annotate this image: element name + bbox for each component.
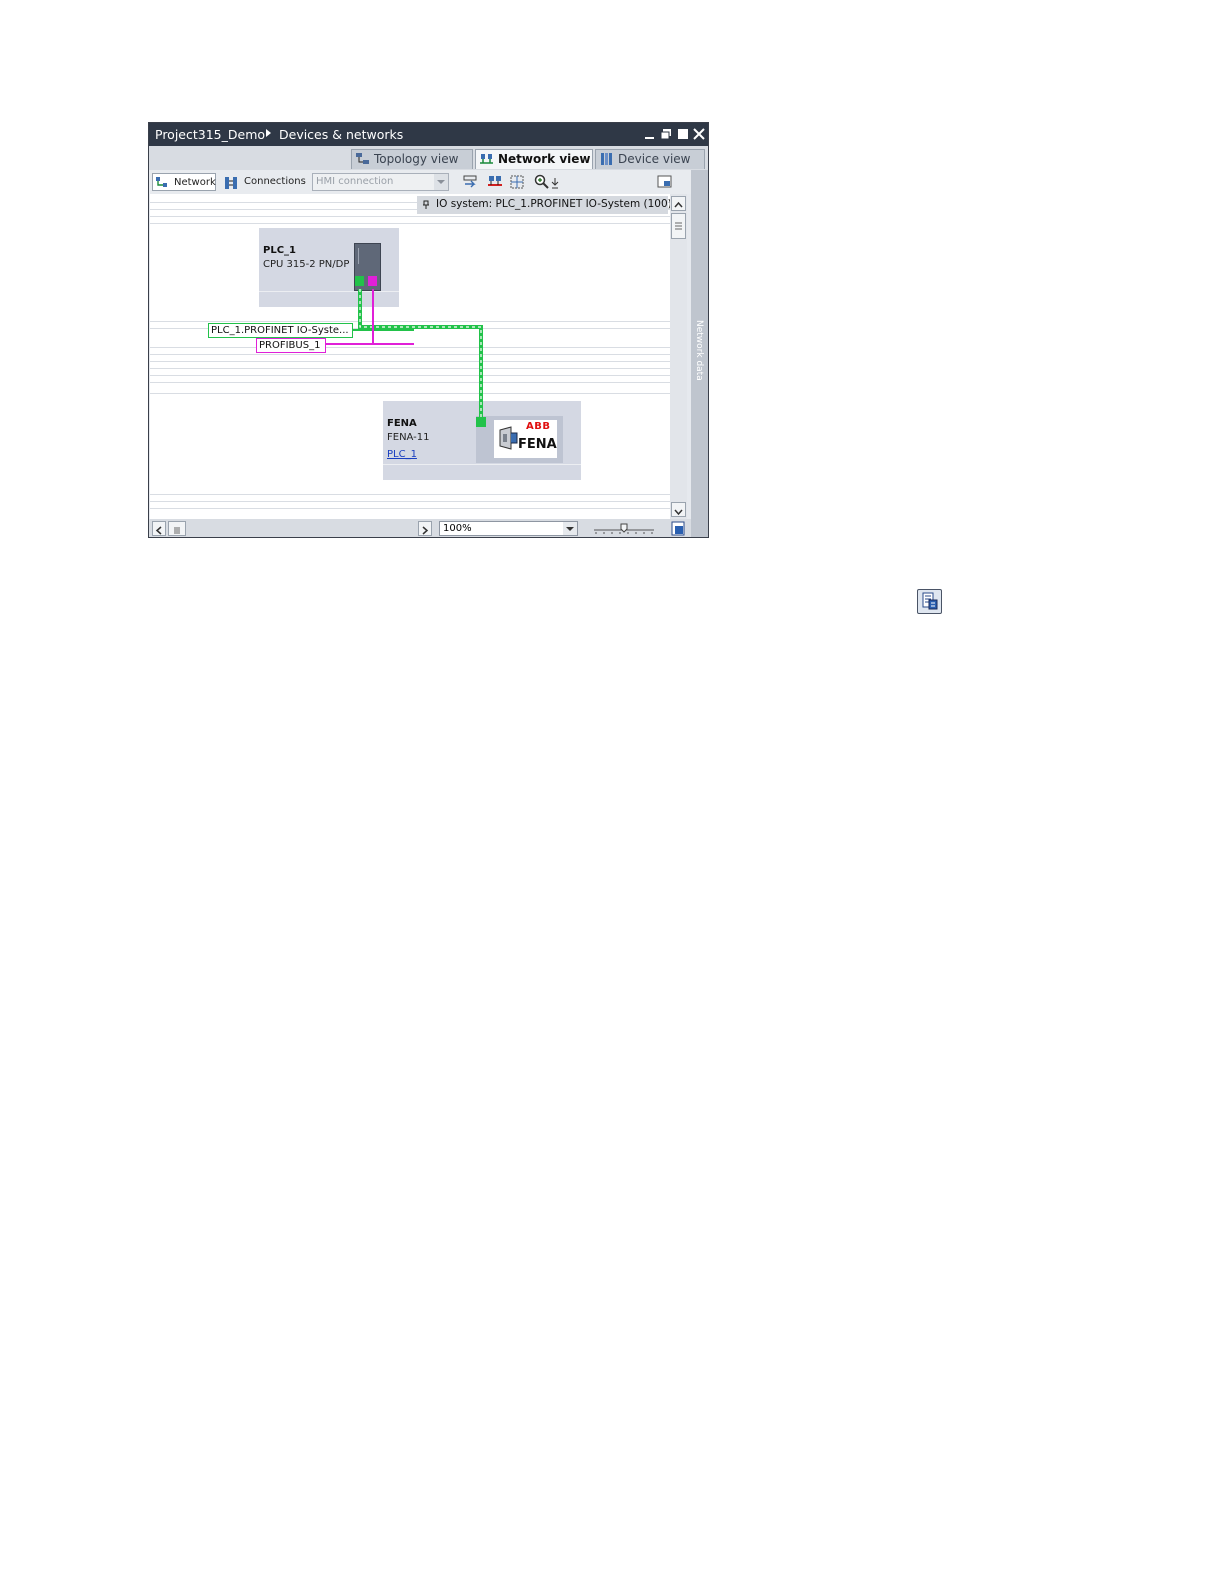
network-mode-icon	[156, 177, 167, 187]
tab-topology-view[interactable]: Topology view	[351, 149, 473, 169]
connection-type-value: HMI connection	[316, 176, 394, 187]
network-lines	[325, 276, 486, 427]
scroll-thumb[interactable]	[671, 213, 686, 239]
profinet-line-highlight	[359, 289, 482, 422]
zoom-dropdown-icon[interactable]	[551, 177, 559, 189]
close-icon[interactable]	[693, 128, 705, 140]
tab-topology-label: Topology view	[374, 152, 459, 166]
profinet-network-label[interactable]: PLC_1.PROFINET IO-Syste...	[208, 323, 353, 338]
breadcrumb-devices-networks[interactable]: Devices & networks	[279, 127, 403, 142]
zoom-icon[interactable]	[534, 174, 550, 190]
tab-network-view[interactable]: Network view	[475, 149, 593, 169]
chevron-down-icon[interactable]	[563, 522, 577, 535]
zoom-slider[interactable]	[592, 521, 656, 536]
restore-icon[interactable]	[660, 128, 672, 140]
connection-type-select[interactable]: HMI connection	[312, 173, 449, 191]
title-bar: Project315_Demo Devices & networks	[149, 123, 708, 146]
topology-icon	[356, 153, 369, 164]
grip-icon	[675, 222, 682, 230]
tab-device-label: Device view	[618, 152, 691, 166]
bottom-bar: 100%	[149, 519, 691, 537]
network-mode-button[interactable]: Network	[152, 173, 216, 191]
profinet-line[interactable]	[358, 289, 483, 422]
overview-icon[interactable]	[657, 174, 673, 190]
scroll-right-button[interactable]	[418, 521, 432, 536]
profibus-network-label[interactable]: PROFIBUS_1	[256, 338, 326, 353]
network-toolbar: Network Connections HMI connection	[149, 170, 691, 194]
zoom-select[interactable]: 100%	[439, 521, 578, 536]
network-icon	[480, 154, 493, 164]
chevron-up-icon	[674, 201, 683, 208]
connections-label[interactable]: Connections	[244, 176, 306, 194]
network-data-button[interactable]	[917, 589, 942, 614]
device-icon	[601, 153, 612, 165]
minimize-icon[interactable]	[644, 128, 656, 140]
scroll-down-button[interactable]	[671, 502, 686, 517]
chevron-left-icon	[155, 526, 162, 535]
network-data-icon	[922, 592, 938, 610]
zoom-value: 100%	[443, 523, 472, 534]
page-break-icon[interactable]	[509, 174, 525, 190]
highlight-io-system-icon[interactable]	[487, 174, 503, 190]
chevron-right-icon	[422, 526, 429, 535]
scroll-left-button[interactable]	[152, 521, 166, 536]
chevron-down-icon[interactable]	[434, 174, 448, 190]
view-tabs: Topology view Network view Device view	[149, 146, 708, 170]
tab-device-view[interactable]: Device view	[595, 149, 705, 169]
devices-networks-window: Project315_Demo Devices & networks Topol…	[148, 122, 709, 538]
tab-network-label: Network view	[498, 152, 591, 166]
network-data-label: Network data	[694, 320, 704, 381]
grip-icon	[174, 527, 180, 534]
vertical-scrollbar[interactable]	[670, 194, 687, 519]
plc-profibus-port[interactable]	[368, 276, 377, 286]
maximize-icon[interactable]	[677, 128, 689, 140]
chevron-down-icon	[674, 509, 683, 516]
plc-profinet-port[interactable]	[355, 276, 364, 286]
network-canvas[interactable]: IO system: PLC_1.PROFINET IO-System (100…	[150, 194, 670, 519]
fena-profinet-port[interactable]	[476, 417, 486, 427]
show-address-icon[interactable]	[462, 174, 478, 190]
network-mode-label: Network	[174, 177, 216, 188]
scroll-up-button[interactable]	[671, 196, 686, 211]
connections-icon[interactable]	[224, 176, 238, 190]
network-data-panel-tab[interactable]: Network data	[691, 170, 708, 537]
breadcrumb-separator-icon	[266, 129, 271, 137]
breadcrumb-project[interactable]: Project315_Demo	[155, 127, 265, 142]
horizontal-scroll-thumb[interactable]	[168, 521, 186, 536]
overview-navigation-icon[interactable]	[671, 521, 685, 536]
